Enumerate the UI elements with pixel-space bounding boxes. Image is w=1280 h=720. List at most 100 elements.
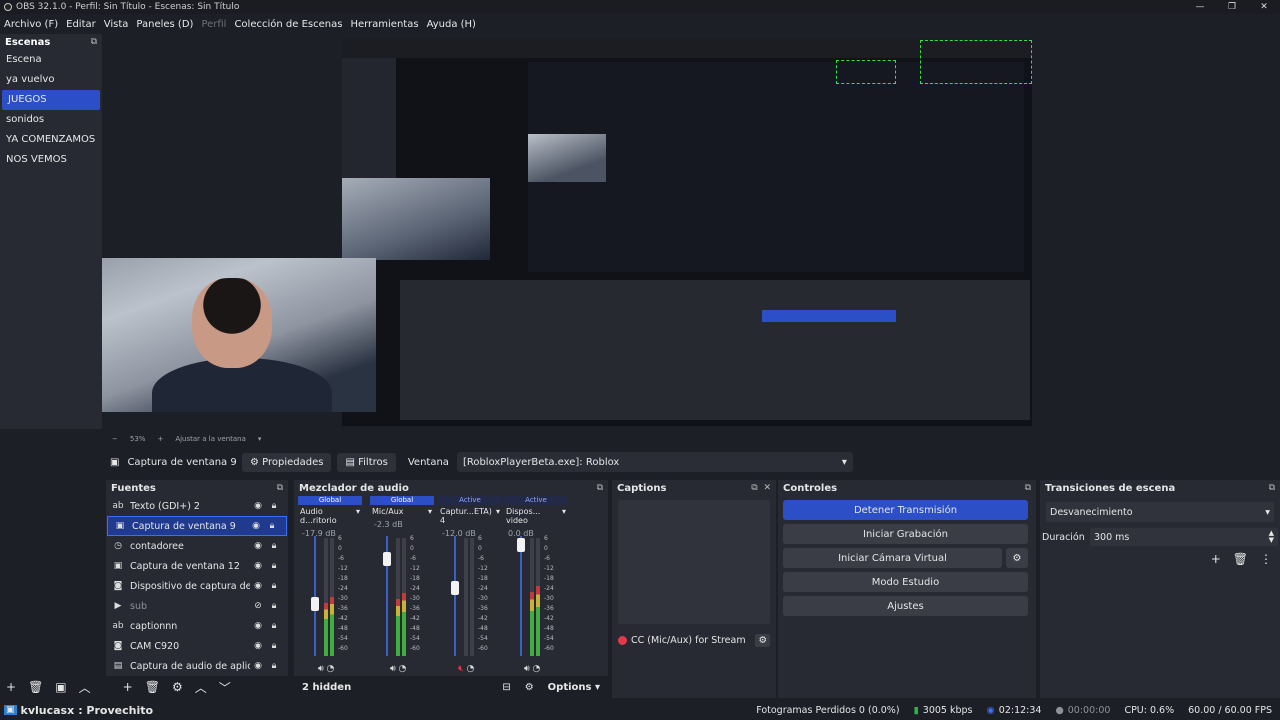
lock-icon[interactable]: 🔒︎: [266, 601, 282, 611]
fader-knob[interactable]: [451, 580, 459, 595]
settings-button[interactable]: Ajustes: [783, 596, 1028, 616]
headphones-icon[interactable]: ◔: [530, 664, 541, 674]
fit-dropdown-icon[interactable]: ▾: [258, 435, 262, 443]
source-item[interactable]: ab captionnn ◉ 🔒︎: [106, 616, 288, 636]
eye-icon[interactable]: ◉: [250, 541, 266, 551]
lock-icon[interactable]: 🔒︎: [266, 621, 282, 631]
volume-fader[interactable]: [520, 536, 522, 656]
eye-icon[interactable]: ◉: [248, 521, 264, 531]
scene-item-juegos[interactable]: JUEGOS: [2, 90, 100, 110]
channel-name[interactable]: Captur...ETA) 4 ▾: [438, 505, 502, 527]
menu-archivo[interactable]: Archivo (F): [0, 19, 62, 30]
eye-icon[interactable]: ◉: [250, 501, 266, 511]
source-settings-icon[interactable]: ⚙: [172, 680, 183, 694]
stop-stream-button[interactable]: Detener Transmisión: [783, 500, 1028, 520]
remove-scene-icon[interactable]: 🗑︎: [28, 680, 43, 694]
source-item[interactable]: ◷ contadoree ◉ 🔒︎: [106, 536, 288, 556]
undock-icon[interactable]: ⧉: [1269, 483, 1275, 493]
source-item[interactable]: ◙ CAM C920 ◉ 🔒︎: [106, 636, 288, 656]
add-source-icon[interactable]: +: [123, 680, 133, 694]
studio-mode-button[interactable]: Modo Estudio: [783, 572, 1028, 592]
headphones-icon[interactable]: ◔: [396, 664, 407, 674]
fader-knob[interactable]: [383, 551, 391, 566]
zoom-in-button[interactable]: +: [157, 435, 163, 443]
lock-icon[interactable]: 🔒︎: [266, 541, 282, 551]
add-transition-icon[interactable]: +: [1211, 552, 1221, 566]
properties-button[interactable]: ⚙ Propiedades: [242, 452, 332, 472]
undock-icon[interactable]: ⧉: [277, 483, 283, 493]
fader-knob[interactable]: [517, 538, 525, 553]
eye-icon[interactable]: ◉: [250, 561, 266, 571]
eye-icon[interactable]: ◉: [250, 581, 266, 591]
gear-icon[interactable]: ⚙: [755, 634, 770, 647]
scene-filters-icon[interactable]: ▣: [55, 680, 66, 694]
eye-icon[interactable]: ◉: [250, 641, 266, 651]
volume-fader[interactable]: [454, 536, 456, 656]
scene-item-sonidos[interactable]: sonidos: [0, 110, 102, 130]
filters-button[interactable]: ▤ Filtros: [337, 452, 396, 472]
source-item[interactable]: ◙ Dispositivo de captura de vide ◉ 🔒︎: [106, 576, 288, 596]
source-item[interactable]: ▣ Captura de ventana 12 ◉ 🔒︎: [106, 556, 288, 576]
remove-source-icon[interactable]: 🗑︎: [145, 680, 160, 694]
source-item[interactable]: ▶ sub ⊘ 🔒︎: [106, 596, 288, 616]
mixer-options-button[interactable]: Options ▾: [548, 682, 600, 693]
source-down-icon[interactable]: ﹀: [219, 679, 231, 696]
source-item[interactable]: ▤ Captura de audio de aplicació ◉ 🔒︎: [106, 656, 288, 676]
lock-icon[interactable]: 🔒︎: [266, 501, 282, 511]
maximize-button[interactable]: ❐: [1216, 0, 1248, 14]
menu-editar[interactable]: Editar: [62, 19, 100, 30]
headphones-icon[interactable]: ◔: [324, 664, 335, 674]
menu-paneles[interactable]: Paneles (D): [132, 19, 197, 30]
source-item[interactable]: ▣ Captura de ventana 9 ◉ 🔒︎: [107, 516, 287, 536]
volume-fader[interactable]: [314, 536, 316, 656]
chevron-down-icon[interactable]: ▾: [428, 507, 432, 516]
add-scene-icon[interactable]: +: [6, 680, 16, 694]
gear-icon[interactable]: ⚙: [1006, 548, 1028, 568]
scene-up-icon[interactable]: ︿: [79, 679, 91, 696]
window-select[interactable]: [RobloxPlayerBeta.exe]: Roblox ▾: [456, 452, 853, 472]
chevron-down-icon[interactable]: ▾: [496, 507, 500, 525]
scene-item-escena[interactable]: Escena: [0, 50, 102, 70]
headphones-icon[interactable]: ◔: [464, 664, 475, 674]
remove-transition-icon[interactable]: 🗑︎: [1233, 552, 1248, 566]
menu-herramientas[interactable]: Herramientas: [346, 19, 422, 30]
scene-item-nos-vemos[interactable]: NOS VEMOS: [0, 150, 102, 170]
scene-item-ya-vuelvo[interactable]: ya vuelvo: [0, 70, 102, 90]
source-item[interactable]: ab Texto (GDI+) 2 ◉ 🔒︎: [106, 496, 288, 516]
channel-name[interactable]: Dispos... video ▾: [504, 505, 568, 527]
lock-icon[interactable]: 🔒︎: [264, 521, 280, 531]
mixer-settings-icon[interactable]: ⚙: [525, 682, 534, 693]
minimize-button[interactable]: —: [1184, 0, 1216, 14]
fit-window-label[interactable]: Ajustar a la ventana: [175, 435, 246, 443]
channel-name[interactable]: Audio d...ritorio ▾: [298, 505, 362, 527]
menu-perfil[interactable]: Perfil: [197, 19, 230, 30]
more-options-icon[interactable]: ⋮: [1260, 552, 1272, 566]
undock-icon[interactable]: ⧉: [751, 483, 757, 493]
chevron-down-icon[interactable]: ▾: [356, 507, 360, 525]
eye-icon[interactable]: ◉: [250, 621, 266, 631]
menu-vista[interactable]: Vista: [100, 19, 133, 30]
start-recording-button[interactable]: Iniciar Grabación: [783, 524, 1028, 544]
undock-icon[interactable]: ⧉: [1025, 483, 1031, 493]
eye-hidden-icon[interactable]: ⊘: [250, 601, 266, 611]
hidden-count[interactable]: 2 hidden: [302, 682, 351, 693]
lock-icon[interactable]: 🔒︎: [266, 641, 282, 651]
lock-icon[interactable]: 🔒︎: [266, 561, 282, 571]
undock-icon[interactable]: ⧉: [91, 37, 97, 47]
lock-icon[interactable]: 🔒︎: [266, 581, 282, 591]
scene-item-ya-comenzamos[interactable]: YA COMENZAMOS: [0, 130, 102, 150]
menu-ayuda[interactable]: Ayuda (H): [423, 19, 480, 30]
menu-coleccion[interactable]: Colección de Escenas: [230, 19, 346, 30]
close-window-button[interactable]: ✕: [1248, 0, 1280, 14]
start-virtual-camera-button[interactable]: Iniciar Cámara Virtual: [783, 548, 1002, 568]
transition-select[interactable]: Desvanecimiento ▾: [1046, 502, 1274, 522]
zoom-out-button[interactable]: −: [112, 435, 118, 443]
close-icon[interactable]: ✕: [763, 483, 771, 493]
duration-input[interactable]: 300 ms ▲ ▼: [1090, 528, 1278, 546]
eye-icon[interactable]: ◉: [250, 661, 266, 671]
chevron-down-icon[interactable]: ▾: [562, 507, 566, 525]
mixer-layout-icon[interactable]: ⊟: [502, 682, 510, 693]
channel-name[interactable]: Mic/Aux ▾: [370, 505, 434, 518]
source-up-icon[interactable]: ︿: [195, 679, 207, 696]
undock-icon[interactable]: ⧉: [597, 483, 603, 493]
